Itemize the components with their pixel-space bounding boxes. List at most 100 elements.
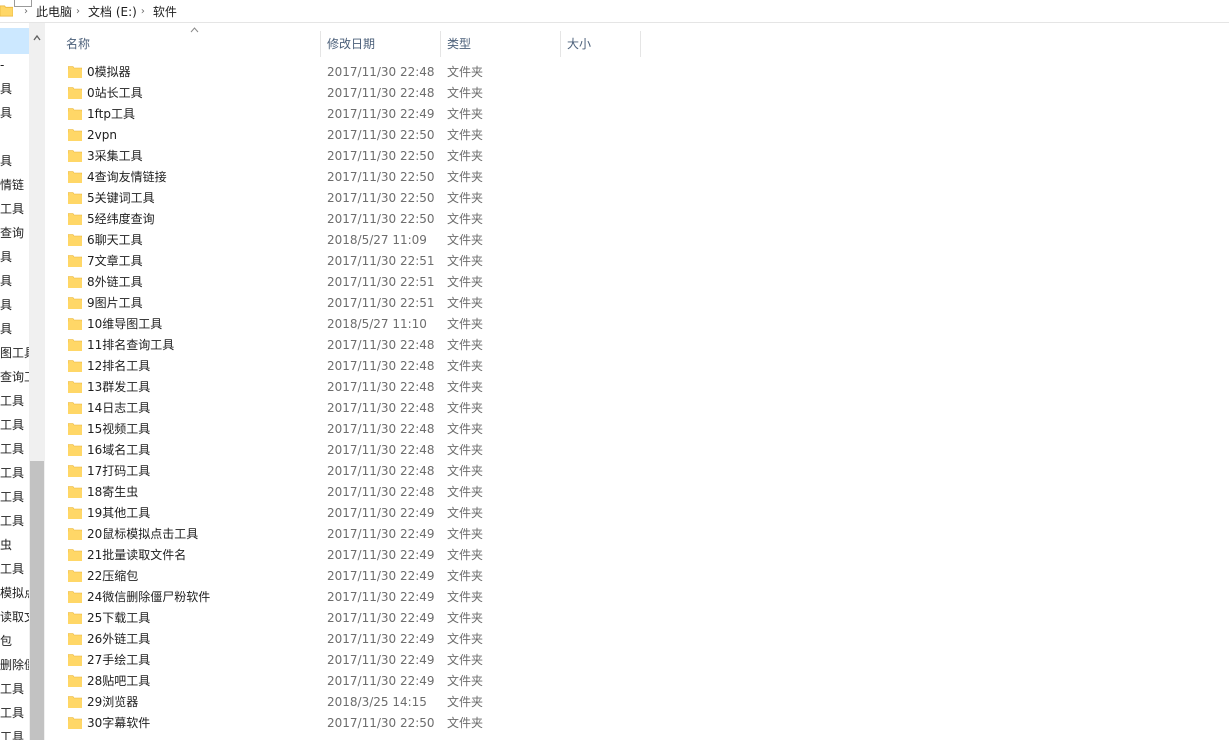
- nav-scrollbar[interactable]: [29, 23, 45, 740]
- nav-item[interactable]: 包: [0, 629, 29, 653]
- nav-item[interactable]: 具: [0, 269, 29, 293]
- file-row[interactable]: 3采集工具 2017/11/30 22:50 文件夹: [46, 146, 646, 167]
- file-row[interactable]: 24微信删除僵尸粉软件 2017/11/30 22:49 文件夹: [46, 587, 646, 608]
- nav-scrollbar-thumb[interactable]: [30, 461, 44, 740]
- nav-item[interactable]: 工具: [0, 725, 29, 740]
- file-type: 文件夹: [447, 254, 484, 268]
- nav-item[interactable]: 具: [0, 317, 29, 341]
- nav-item[interactable]: -: [0, 53, 29, 77]
- nav-item[interactable]: 情链: [0, 173, 29, 197]
- file-name: 29浏览器: [87, 695, 139, 709]
- breadcrumb-this-pc[interactable]: 此电脑: [36, 3, 72, 20]
- address-bar[interactable]: › 此电脑 › 文档 (E:) › 软件: [0, 0, 1229, 23]
- nav-item[interactable]: 具: [0, 101, 29, 125]
- nav-item[interactable]: 虫: [0, 533, 29, 557]
- file-type: 文件夹: [447, 317, 484, 331]
- file-row[interactable]: 12排名工具 2017/11/30 22:48 文件夹: [46, 356, 646, 377]
- file-row[interactable]: 13群发工具 2017/11/30 22:48 文件夹: [46, 377, 646, 398]
- file-row[interactable]: 0模拟器 2017/11/30 22:48 文件夹: [46, 62, 646, 83]
- file-type: 文件夹: [447, 506, 484, 520]
- nav-item[interactable]: 工具: [0, 389, 29, 413]
- nav-item[interactable]: 具: [0, 149, 29, 173]
- nav-item-selected[interactable]: [0, 28, 29, 54]
- file-row[interactable]: 4查询友情链接 2017/11/30 22:50 文件夹: [46, 167, 646, 188]
- nav-item[interactable]: [0, 125, 29, 149]
- file-name: 25下载工具: [87, 611, 151, 625]
- nav-item[interactable]: 图工具: [0, 341, 29, 365]
- file-row[interactable]: 11排名查询工具 2017/11/30 22:48 文件夹: [46, 335, 646, 356]
- nav-item[interactable]: 具: [0, 293, 29, 317]
- file-row[interactable]: 17打码工具 2017/11/30 22:48 文件夹: [46, 461, 646, 482]
- file-row[interactable]: 1ftp工具 2017/11/30 22:49 文件夹: [46, 104, 646, 125]
- nav-item[interactable]: 工具: [0, 197, 29, 221]
- column-header-size[interactable]: 大小: [561, 31, 641, 57]
- file-row[interactable]: 15视频工具 2017/11/30 22:48 文件夹: [46, 419, 646, 440]
- nav-item[interactable]: 具: [0, 77, 29, 101]
- nav-item[interactable]: 工具: [0, 509, 29, 533]
- file-row[interactable]: 28贴吧工具 2017/11/30 22:49 文件夹: [46, 671, 646, 692]
- chevron-up-icon[interactable]: [32, 33, 42, 43]
- file-row[interactable]: 29浏览器 2018/3/25 14:15 文件夹: [46, 692, 646, 713]
- nav-item[interactable]: 查询工: [0, 365, 29, 389]
- nav-item[interactable]: 工具: [0, 413, 29, 437]
- column-header-name[interactable]: 名称: [60, 31, 321, 57]
- file-row[interactable]: 25下载工具 2017/11/30 22:49 文件夹: [46, 608, 646, 629]
- nav-item[interactable]: 删除僵: [0, 653, 29, 677]
- file-name: 0模拟器: [87, 65, 131, 79]
- file-row[interactable]: 2vpn 2017/11/30 22:50 文件夹: [46, 125, 646, 146]
- file-row[interactable]: 30字幕软件 2017/11/30 22:50 文件夹: [46, 713, 646, 734]
- file-date: 2017/11/30 22:48: [327, 443, 435, 457]
- nav-item[interactable]: 具: [0, 245, 29, 269]
- column-header-size-label: 大小: [567, 37, 592, 51]
- navigation-pane[interactable]: -具具具情链工具查询具具具具图工具查询工工具工具工具工具工具工具虫工具模拟点读取…: [0, 23, 46, 740]
- nav-item[interactable]: 查询: [0, 221, 29, 245]
- nav-item[interactable]: 工具: [0, 461, 29, 485]
- file-name: 12排名工具: [87, 359, 151, 373]
- breadcrumb-drive[interactable]: 文档 (E:): [88, 3, 137, 20]
- file-type: 文件夹: [447, 485, 484, 499]
- breadcrumb-current-folder[interactable]: 软件: [153, 3, 177, 20]
- nav-item[interactable]: 工具: [0, 437, 29, 461]
- file-type: 文件夹: [447, 296, 484, 310]
- nav-item[interactable]: 读取文: [0, 605, 29, 629]
- file-row[interactable]: 14日志工具 2017/11/30 22:48 文件夹: [46, 398, 646, 419]
- file-row[interactable]: 16域名工具 2017/11/30 22:48 文件夹: [46, 440, 646, 461]
- file-row[interactable]: 22压缩包 2017/11/30 22:49 文件夹: [46, 566, 646, 587]
- file-date: 2017/11/30 22:49: [327, 527, 435, 541]
- file-row[interactable]: 8外链工具 2017/11/30 22:51 文件夹: [46, 272, 646, 293]
- file-row[interactable]: 26外链工具 2017/11/30 22:49 文件夹: [46, 629, 646, 650]
- folder-icon: [68, 87, 82, 99]
- file-row[interactable]: 0站长工具 2017/11/30 22:48 文件夹: [46, 83, 646, 104]
- chevron-right-icon[interactable]: ›: [76, 6, 80, 17]
- folder-icon: [68, 66, 82, 78]
- file-row[interactable]: 10维导图工具 2018/5/27 11:10 文件夹: [46, 314, 646, 335]
- nav-item[interactable]: 工具: [0, 701, 29, 725]
- nav-item[interactable]: 模拟点: [0, 581, 29, 605]
- column-headers: 名称 修改日期 类型 大小: [46, 31, 646, 57]
- file-row[interactable]: 5经纬度查询 2017/11/30 22:50 文件夹: [46, 209, 646, 230]
- file-row[interactable]: 9图片工具 2017/11/30 22:51 文件夹: [46, 293, 646, 314]
- column-header-date-label: 修改日期: [327, 37, 376, 51]
- file-row[interactable]: 5关键词工具 2017/11/30 22:50 文件夹: [46, 188, 646, 209]
- folder-icon: [68, 234, 82, 246]
- file-type: 文件夹: [447, 401, 484, 415]
- file-name: 18寄生虫: [87, 485, 139, 499]
- column-header-date[interactable]: 修改日期: [321, 31, 441, 57]
- folder-icon: [68, 255, 82, 267]
- nav-item[interactable]: 工具: [0, 557, 29, 581]
- column-header-type[interactable]: 类型: [441, 31, 561, 57]
- folder-icon: [68, 171, 82, 183]
- chevron-right-icon[interactable]: ›: [24, 6, 28, 17]
- file-row[interactable]: 21批量读取文件名 2017/11/30 22:49 文件夹: [46, 545, 646, 566]
- file-date: 2017/11/30 22:51: [327, 254, 435, 268]
- file-row[interactable]: 18寄生虫 2017/11/30 22:48 文件夹: [46, 482, 646, 503]
- nav-item[interactable]: 工具: [0, 485, 29, 509]
- file-row[interactable]: 7文章工具 2017/11/30 22:51 文件夹: [46, 251, 646, 272]
- file-type: 文件夹: [447, 653, 484, 667]
- file-row[interactable]: 20鼠标模拟点击工具 2017/11/30 22:49 文件夹: [46, 524, 646, 545]
- file-row[interactable]: 19其他工具 2017/11/30 22:49 文件夹: [46, 503, 646, 524]
- file-row[interactable]: 6聊天工具 2018/5/27 11:09 文件夹: [46, 230, 646, 251]
- file-row[interactable]: 27手绘工具 2017/11/30 22:49 文件夹: [46, 650, 646, 671]
- nav-item[interactable]: 工具: [0, 677, 29, 701]
- chevron-right-icon[interactable]: ›: [141, 6, 145, 17]
